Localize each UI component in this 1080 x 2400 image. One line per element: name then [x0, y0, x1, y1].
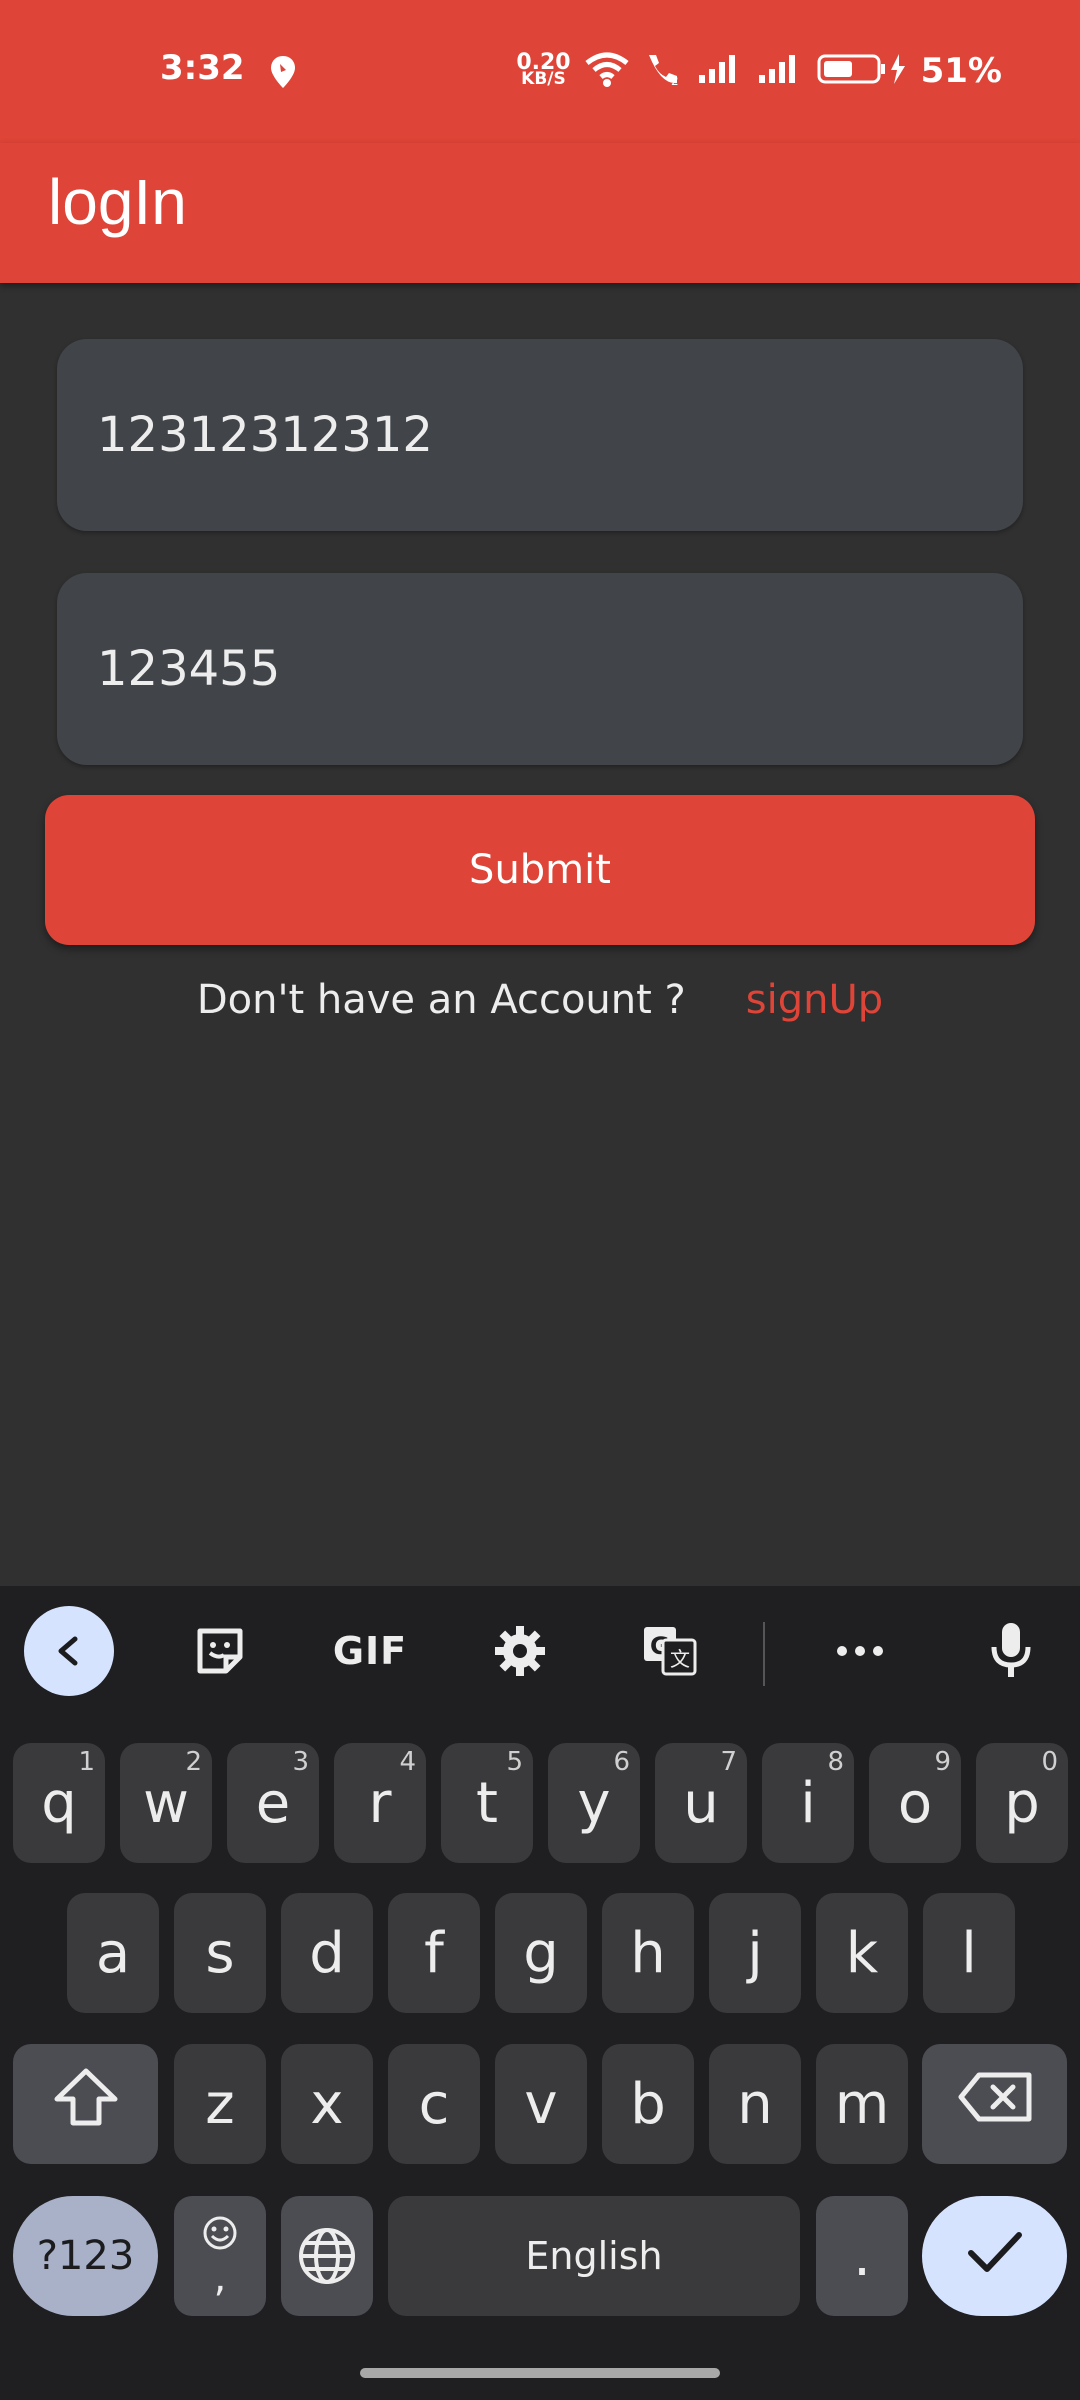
password-field[interactable]: [57, 573, 1023, 765]
key-hint: 5: [506, 1747, 523, 1777]
sticker-icon[interactable]: [175, 1606, 265, 1696]
key-label: o: [897, 1770, 933, 1836]
key-hint: 8: [827, 1747, 844, 1777]
checkmark-icon: [965, 2224, 1025, 2289]
key-label: r: [368, 1770, 392, 1836]
comma-label: ,: [213, 2254, 227, 2301]
key-hint: 1: [78, 1747, 95, 1777]
gif-label: GIF: [332, 1629, 408, 1673]
key-r[interactable]: r4: [334, 1743, 426, 1863]
key-i[interactable]: i8: [762, 1743, 854, 1863]
key-h[interactable]: h: [602, 1893, 694, 2013]
key-c[interactable]: c: [388, 2044, 480, 2164]
shift-icon: [53, 2067, 119, 2141]
key-y[interactable]: y6: [548, 1743, 640, 1863]
password-input[interactable]: [95, 573, 985, 765]
key-label: p: [1004, 1770, 1040, 1836]
comma-key[interactable]: ,: [174, 2196, 266, 2316]
key-g[interactable]: g: [495, 1893, 587, 2013]
key-t[interactable]: t5: [441, 1743, 533, 1863]
app-bar: logIn: [0, 143, 1080, 283]
network-speed-unit: KB/S: [521, 69, 566, 89]
wifi-icon: [585, 51, 629, 91]
wifi-call-icon: 2: [643, 51, 683, 91]
gif-button[interactable]: GIF: [325, 1606, 415, 1696]
space-key[interactable]: English: [388, 2196, 800, 2316]
svg-text:2: 2: [671, 74, 679, 87]
status-bar: 3:32 0.20 KB/S 2 51%: [0, 0, 1080, 143]
key-e[interactable]: e3: [227, 1743, 319, 1863]
emoji-icon: [202, 2215, 238, 2258]
key-p[interactable]: p0: [976, 1743, 1068, 1863]
gesture-nav-bar[interactable]: [360, 2368, 720, 2378]
key-b[interactable]: b: [602, 2044, 694, 2164]
keyboard: GIF G 文 q 1 w 2 e 3 r 4 t 5 y 6 u 7 i 8 …: [0, 1586, 1080, 2400]
signup-row: Don't have an Account ? signUp: [0, 965, 1080, 1035]
key-f[interactable]: f: [388, 1893, 480, 2013]
key-d[interactable]: d: [281, 1893, 373, 2013]
key-label: w: [143, 1770, 189, 1836]
keyboard-toolbar: GIF G 文: [0, 1586, 1080, 1718]
key-o[interactable]: o9: [869, 1743, 961, 1863]
key-hint: 4: [399, 1747, 416, 1777]
translate-icon[interactable]: G 文: [625, 1606, 715, 1696]
enter-key[interactable]: [922, 2196, 1067, 2316]
key-w[interactable]: w2: [120, 1743, 212, 1863]
shift-key[interactable]: [13, 2044, 158, 2164]
key-label: y: [577, 1770, 611, 1836]
key-label: t: [476, 1770, 498, 1836]
battery-percent: 51%: [920, 51, 1002, 91]
toolbar-divider: [763, 1622, 765, 1686]
signup-link[interactable]: signUp: [746, 977, 883, 1023]
key-hint: 7: [720, 1747, 737, 1777]
key-u[interactable]: u7: [655, 1743, 747, 1863]
location-pin-icon: [268, 54, 298, 94]
status-time: 3:32: [160, 48, 245, 88]
key-label: u: [683, 1770, 719, 1836]
battery-charging-icon: [817, 52, 907, 90]
key-label: q: [41, 1770, 77, 1836]
key-j[interactable]: j: [709, 1893, 801, 2013]
key-n[interactable]: n: [709, 2044, 801, 2164]
backspace-icon: [957, 2071, 1033, 2137]
submit-button[interactable]: Submit: [45, 795, 1035, 945]
key-q[interactable]: q1: [13, 1743, 105, 1863]
phone-field[interactable]: [57, 339, 1023, 531]
key-hint: 3: [292, 1747, 309, 1777]
globe-icon[interactable]: [281, 2196, 373, 2316]
key-v[interactable]: v: [495, 2044, 587, 2164]
backspace-key[interactable]: [922, 2044, 1067, 2164]
key-label: i: [800, 1770, 816, 1836]
microphone-icon[interactable]: [966, 1606, 1056, 1696]
page-title: logIn: [48, 166, 187, 238]
key-hint: 0: [1041, 1747, 1058, 1777]
signal-strength-icon-2: [757, 53, 803, 89]
signup-prompt: Don't have an Account ?: [196, 977, 686, 1023]
key-z[interactable]: z: [174, 2044, 266, 2164]
phone-input[interactable]: [95, 339, 985, 531]
key-m[interactable]: m: [816, 2044, 908, 2164]
key-label: e: [255, 1770, 291, 1836]
more-dots-icon[interactable]: [815, 1606, 905, 1696]
symbols-key[interactable]: ?123: [13, 2196, 158, 2316]
svg-text:文: 文: [670, 1647, 690, 1671]
key-k[interactable]: k: [816, 1893, 908, 2013]
key-x[interactable]: x: [281, 2044, 373, 2164]
network-speed: 0.20 KB/S: [516, 52, 570, 89]
key-a[interactable]: a: [67, 1893, 159, 2013]
period-key[interactable]: .: [816, 2196, 908, 2316]
key-l[interactable]: l: [923, 1893, 1015, 2013]
signal-strength-icon: [697, 53, 743, 89]
key-hint: 2: [185, 1747, 202, 1777]
status-indicators: 0.20 KB/S 2 51%: [516, 48, 1002, 94]
key-hint: 9: [934, 1747, 951, 1777]
chevron-left-icon[interactable]: [24, 1606, 114, 1696]
key-s[interactable]: s: [174, 1893, 266, 2013]
gear-icon[interactable]: [475, 1606, 565, 1696]
key-hint: 6: [613, 1747, 630, 1777]
